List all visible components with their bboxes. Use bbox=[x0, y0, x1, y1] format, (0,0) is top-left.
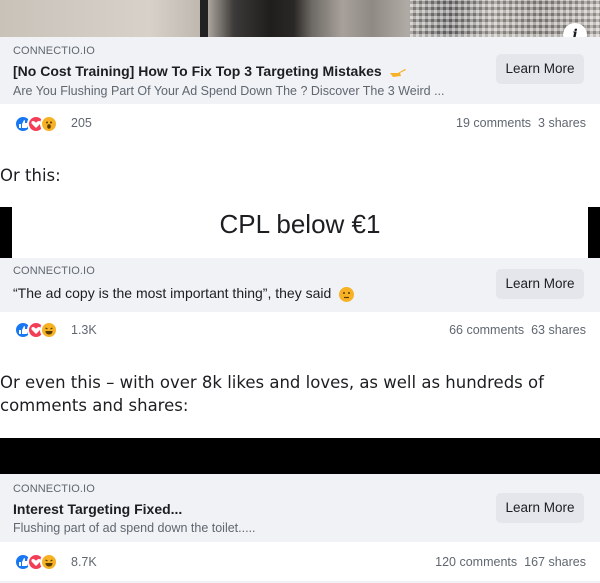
shares-count[interactable]: 63 shares bbox=[531, 323, 586, 337]
haha-icon bbox=[40, 553, 58, 571]
reactions-summary[interactable] bbox=[14, 115, 64, 133]
pointing-hand-icon bbox=[389, 64, 407, 81]
comments-count[interactable]: 19 comments bbox=[456, 116, 531, 130]
ad-link-preview[interactable]: CONNECTIO.IO [No Cost Training] How To F… bbox=[0, 37, 600, 104]
article-text-1: Or this: bbox=[0, 166, 61, 185]
shares-count[interactable]: 167 shares bbox=[524, 555, 586, 569]
haha-icon bbox=[40, 321, 58, 339]
ad-image[interactable]: CPL below €1 bbox=[0, 207, 600, 258]
lanyard-stripe bbox=[200, 0, 208, 37]
learn-more-button[interactable]: Learn More bbox=[496, 269, 584, 299]
ad-headline-text: [No Cost Training] How To Fix Top 3 Targ… bbox=[13, 63, 382, 79]
engagement-bar: 8.7K 120 comments 167 shares bbox=[0, 542, 600, 583]
ad-link-preview[interactable]: CONNECTIO.IO Interest Targeting Fixed...… bbox=[0, 474, 600, 542]
article-text-2: Or even this – with over 8k likes and lo… bbox=[0, 373, 544, 415]
ad-headline[interactable]: “The ad copy is the most important thing… bbox=[13, 285, 355, 302]
wow-icon bbox=[40, 115, 58, 133]
reaction-count[interactable]: 8.7K bbox=[71, 555, 97, 569]
engagement-stats: 120 comments 167 shares bbox=[435, 555, 586, 569]
ad-headline-text: “The ad copy is the most important thing… bbox=[13, 285, 332, 301]
reaction-count[interactable]: 1.3K bbox=[71, 323, 97, 337]
engagement-bar: 205 19 comments 3 shares bbox=[0, 104, 600, 142]
ad-description: Are You Flushing Part Of Your Ad Spend D… bbox=[13, 84, 445, 98]
engagement-stats: 19 comments 3 shares bbox=[456, 116, 586, 130]
engagement-stats: 66 comments 63 shares bbox=[449, 323, 586, 337]
ad-description: Flushing part of ad spend down the toile… bbox=[13, 521, 256, 535]
ad-headline[interactable]: [No Cost Training] How To Fix Top 3 Targ… bbox=[13, 63, 407, 81]
ad-domain: CONNECTIO.IO bbox=[13, 265, 95, 277]
reactions-summary[interactable] bbox=[14, 553, 64, 571]
ad-domain: CONNECTIO.IO bbox=[13, 45, 95, 57]
comments-count[interactable]: 120 comments bbox=[435, 555, 517, 569]
engagement-bar: 1.3K 66 comments 63 shares bbox=[0, 312, 600, 348]
learn-more-button[interactable]: Learn More bbox=[496, 493, 584, 523]
ad-image[interactable] bbox=[0, 438, 600, 474]
comments-count[interactable]: 66 comments bbox=[449, 323, 524, 337]
reaction-count[interactable]: 205 bbox=[71, 116, 92, 130]
ad-domain: CONNECTIO.IO bbox=[13, 483, 95, 495]
reactions-summary[interactable] bbox=[14, 321, 64, 339]
ad-headline[interactable]: Interest Targeting Fixed... bbox=[13, 501, 182, 517]
ad-image[interactable] bbox=[0, 0, 600, 37]
learn-more-button[interactable]: Learn More bbox=[496, 54, 584, 84]
ad-image-caption: CPL below €1 bbox=[12, 207, 588, 258]
ad-link-preview[interactable]: CONNECTIO.IO “The ad copy is the most im… bbox=[0, 258, 600, 312]
shares-count[interactable]: 3 shares bbox=[538, 116, 586, 130]
thinking-face-icon bbox=[339, 286, 355, 302]
